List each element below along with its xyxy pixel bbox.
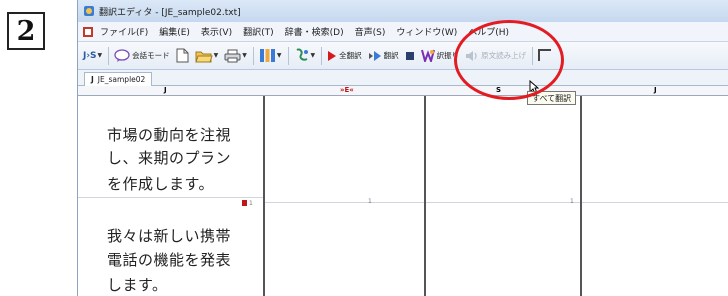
sentence-marker <box>242 200 247 206</box>
folder-open-icon <box>194 51 213 62</box>
translation-editor-window: 翻訳エディタ - [JE_sample02.txt] ファイル(F) 編集(E)… <box>77 0 728 296</box>
chevron-down-icon[interactable]: ▼ <box>98 52 103 59</box>
chevron-down-icon[interactable]: ▼ <box>277 52 282 59</box>
toolbar-separator <box>252 46 254 65</box>
row-separator <box>426 202 580 203</box>
translate-step-icon <box>368 50 381 61</box>
layout-button[interactable]: ▼ <box>259 48 282 63</box>
translate-all-button[interactable]: 全翻訳 <box>327 50 362 62</box>
source-text-line: 電話の機能を発表 <box>107 251 232 269</box>
step-number-badge: 2 <box>7 12 45 50</box>
menu-window[interactable]: ウィンドウ(W) <box>396 25 457 38</box>
column-header-english: »E« <box>340 86 354 94</box>
column-divider <box>424 96 426 296</box>
toolbar-separator <box>321 46 323 65</box>
row-separator <box>78 197 263 198</box>
app-icon <box>84 6 94 16</box>
columns-layout-icon <box>259 49 275 62</box>
chevron-down-icon[interactable]: ▼ <box>214 52 219 59</box>
stop-icon <box>405 51 414 60</box>
row-separator <box>582 202 728 203</box>
sentence-number: 1 <box>249 200 253 207</box>
column-divider <box>580 96 582 296</box>
translate-all-label: 全翻訳 <box>339 51 362 60</box>
dictionary-icon <box>295 48 308 61</box>
column-header-source: J <box>164 86 167 94</box>
menu-translate[interactable]: 翻訳(T) <box>243 25 274 38</box>
printer-icon <box>224 49 241 62</box>
source-text-line: 市場の動向を注視 <box>107 126 232 144</box>
chevron-down-icon[interactable]: ▼ <box>242 52 247 59</box>
dictionary-button[interactable]: ▼ <box>294 48 316 63</box>
row-number-mark: 1 <box>570 198 574 205</box>
menu-bar: ファイル(F) 編集(E) 表示(V) 翻訳(T) 辞書・検索(D) 音声(S)… <box>78 22 728 42</box>
toolbar: J›S ▼ 会話モード ▼ ▼ ▼ ▼ 全翻訳 翻訳 訳振り 原文読み上げ <box>78 42 728 70</box>
toolbar-separator <box>287 46 289 65</box>
source-text-line: します。 <box>107 276 168 294</box>
source-text-line: を作成します。 <box>107 175 215 193</box>
menu-edit[interactable]: 編集(E) <box>159 25 190 38</box>
translation-grid[interactable]: 市場の動向を注視 し、来期のプラン を作成します。 1 1 1 我々は新しい携帯… <box>78 96 728 296</box>
conversation-mode-label: 会話モード <box>132 51 170 60</box>
row-separator <box>265 202 424 203</box>
translation-direction-button[interactable]: J›S ▼ <box>83 51 102 61</box>
column-divider <box>263 96 265 296</box>
translate-label: 翻訳 <box>383 51 399 60</box>
row-number-mark: 1 <box>368 198 372 205</box>
translate-button[interactable]: 翻訳 <box>368 50 399 62</box>
column-header: J »E« S J <box>78 86 728 96</box>
menu-view[interactable]: 表示(V) <box>201 25 232 38</box>
print-button[interactable]: ▼ <box>224 49 247 63</box>
translation-ruby-icon <box>420 49 435 62</box>
window-title: 翻訳エディタ - [JE_sample02.txt] <box>99 7 241 18</box>
open-folder-button[interactable]: ▼ <box>194 49 219 63</box>
translation-direction-label: J›S <box>83 50 97 61</box>
new-document-button[interactable] <box>176 48 189 63</box>
new-document-icon <box>176 48 189 63</box>
stop-button[interactable] <box>405 51 415 61</box>
play-icon <box>328 50 337 61</box>
document-tab-name: JE_sample02 <box>97 75 146 84</box>
highlight-circle <box>454 20 564 100</box>
document-tab[interactable]: J JE_sample02 <box>84 72 153 86</box>
toolbar-separator <box>108 46 110 65</box>
menu-speech[interactable]: 音声(S) <box>355 25 386 38</box>
column-header-third: J <box>654 86 657 94</box>
document-tab-strip: J JE_sample02 <box>78 70 728 86</box>
conversation-mode-button[interactable]: 会話モード <box>114 48 170 63</box>
menu-file[interactable]: ファイル(F) <box>100 25 148 38</box>
source-text-line: し、来期のプラン <box>107 149 232 167</box>
document-tab-prefix: J <box>91 75 94 84</box>
chevron-down-icon[interactable]: ▼ <box>311 52 316 59</box>
document-menu-icon[interactable] <box>82 26 94 38</box>
menu-dictionary-search[interactable]: 辞書・検索(D) <box>285 25 344 38</box>
speech-bubble-icon <box>114 48 130 62</box>
title-bar: 翻訳エディタ - [JE_sample02.txt] <box>78 0 728 22</box>
source-text-line: 我々は新しい携帯 <box>107 227 232 245</box>
